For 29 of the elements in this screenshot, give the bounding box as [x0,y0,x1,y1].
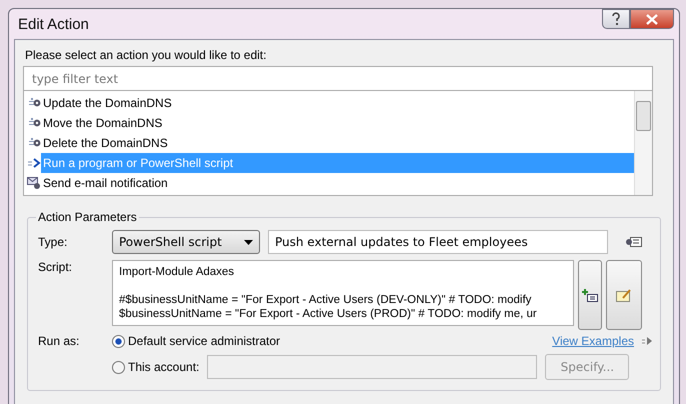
group-title: Action Parameters [37,210,138,224]
instruction-text: Please select an action you would like to edit: [25,48,268,62]
action-item[interactable]: Update the DomainDNS [41,93,634,113]
type-label: Type: [37,235,68,249]
scrollbar[interactable] [634,91,652,195]
action-item[interactable]: Delete the DomainDNS [41,133,634,153]
caret-icon [244,240,253,244]
script-editor[interactable]: Import-Module Adaxes #$businessUnitName = "For Export - Active Users (DEV-ONLY)" # TODO: modify $businessUnitName = "For Export - Active Users (PROD)" # TODO: modify me, ur [112,260,574,326]
window-title: Edit Action [18,16,89,32]
radio-option[interactable]: Default service administrator [112,334,280,348]
mail-gear-icon [27,176,41,190]
edit-note-icon [616,288,632,302]
radio-option[interactable]: This account: [112,360,200,374]
view-examples-link[interactable]: View Examples [552,334,634,348]
add-list-icon [582,288,598,302]
note-gear-icon [624,236,642,248]
type-dropdown[interactable]: PowerShell script [112,230,260,254]
description-field[interactable]: Push external updates to Fleet employees [268,230,608,254]
expand-arrow-icon [642,337,652,345]
insert-button[interactable] [578,260,602,330]
help-button[interactable] [602,9,630,29]
run-as-label: Run as: [37,334,80,348]
close-icon [646,14,658,24]
help-icon [611,12,621,26]
action-item[interactable]: Send e-mail notification [41,173,634,193]
script-label: Script: [37,260,74,274]
script-icon [27,156,41,170]
action-item[interactable]: Move the DomainDNS [41,113,634,133]
close-button[interactable] [630,9,674,29]
